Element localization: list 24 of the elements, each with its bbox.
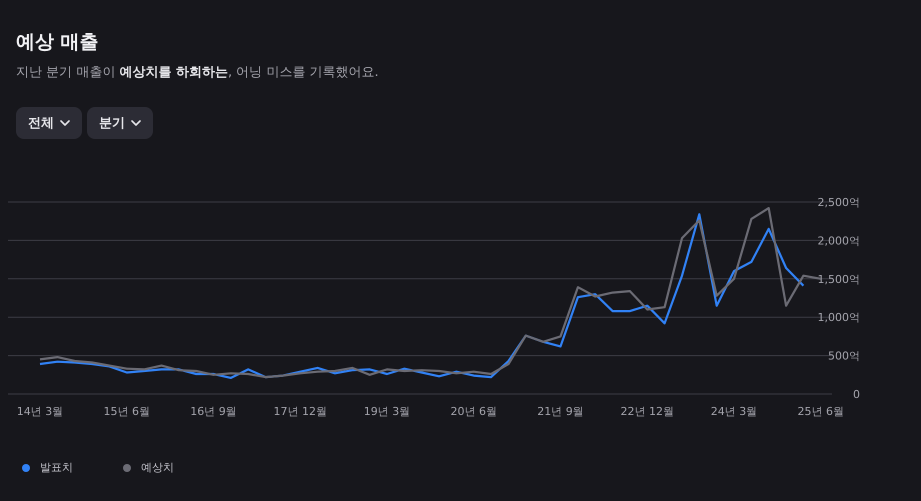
- filter-dropdown[interactable]: 전체: [16, 107, 82, 139]
- x-axis-label: 21년 9월: [537, 405, 584, 418]
- x-axis-label: 16년 9월: [190, 405, 237, 418]
- x-axis-label: 14년 3월: [16, 405, 64, 418]
- legend-label: 예상치: [141, 460, 174, 475]
- x-axis-label: 25년 6월: [798, 405, 844, 418]
- y-axis-label: 0: [853, 388, 860, 401]
- y-axis-label: 2,500억: [818, 196, 860, 209]
- x-axis-label: 17년 12월: [274, 405, 327, 418]
- y-axis-label: 1,000억: [818, 311, 860, 324]
- chevron-down-icon: [60, 120, 70, 126]
- x-axis-label: 15년 6월: [104, 405, 150, 418]
- y-axis-label: 2,000억: [818, 234, 860, 248]
- x-axis-label: 20년 6월: [450, 405, 497, 418]
- chart-subtitle: 지난 분기 매출이 예상치를 하회하는, 어닝 미스를 기록했어요.: [16, 64, 380, 82]
- legend-label: 발표치: [40, 460, 73, 475]
- chevron-down-icon: [131, 120, 141, 126]
- x-axis-label: 24년 3월: [710, 405, 758, 418]
- x-axis-label: 22년 12월: [620, 405, 674, 418]
- x-axis-label: 19년 3월: [364, 405, 410, 418]
- filter-dropdown[interactable]: 분기: [87, 107, 153, 139]
- y-axis-label: 500억: [828, 350, 860, 363]
- y-axis-label: 1,500억: [818, 272, 860, 286]
- chart-title: 예상 매출: [16, 30, 100, 55]
